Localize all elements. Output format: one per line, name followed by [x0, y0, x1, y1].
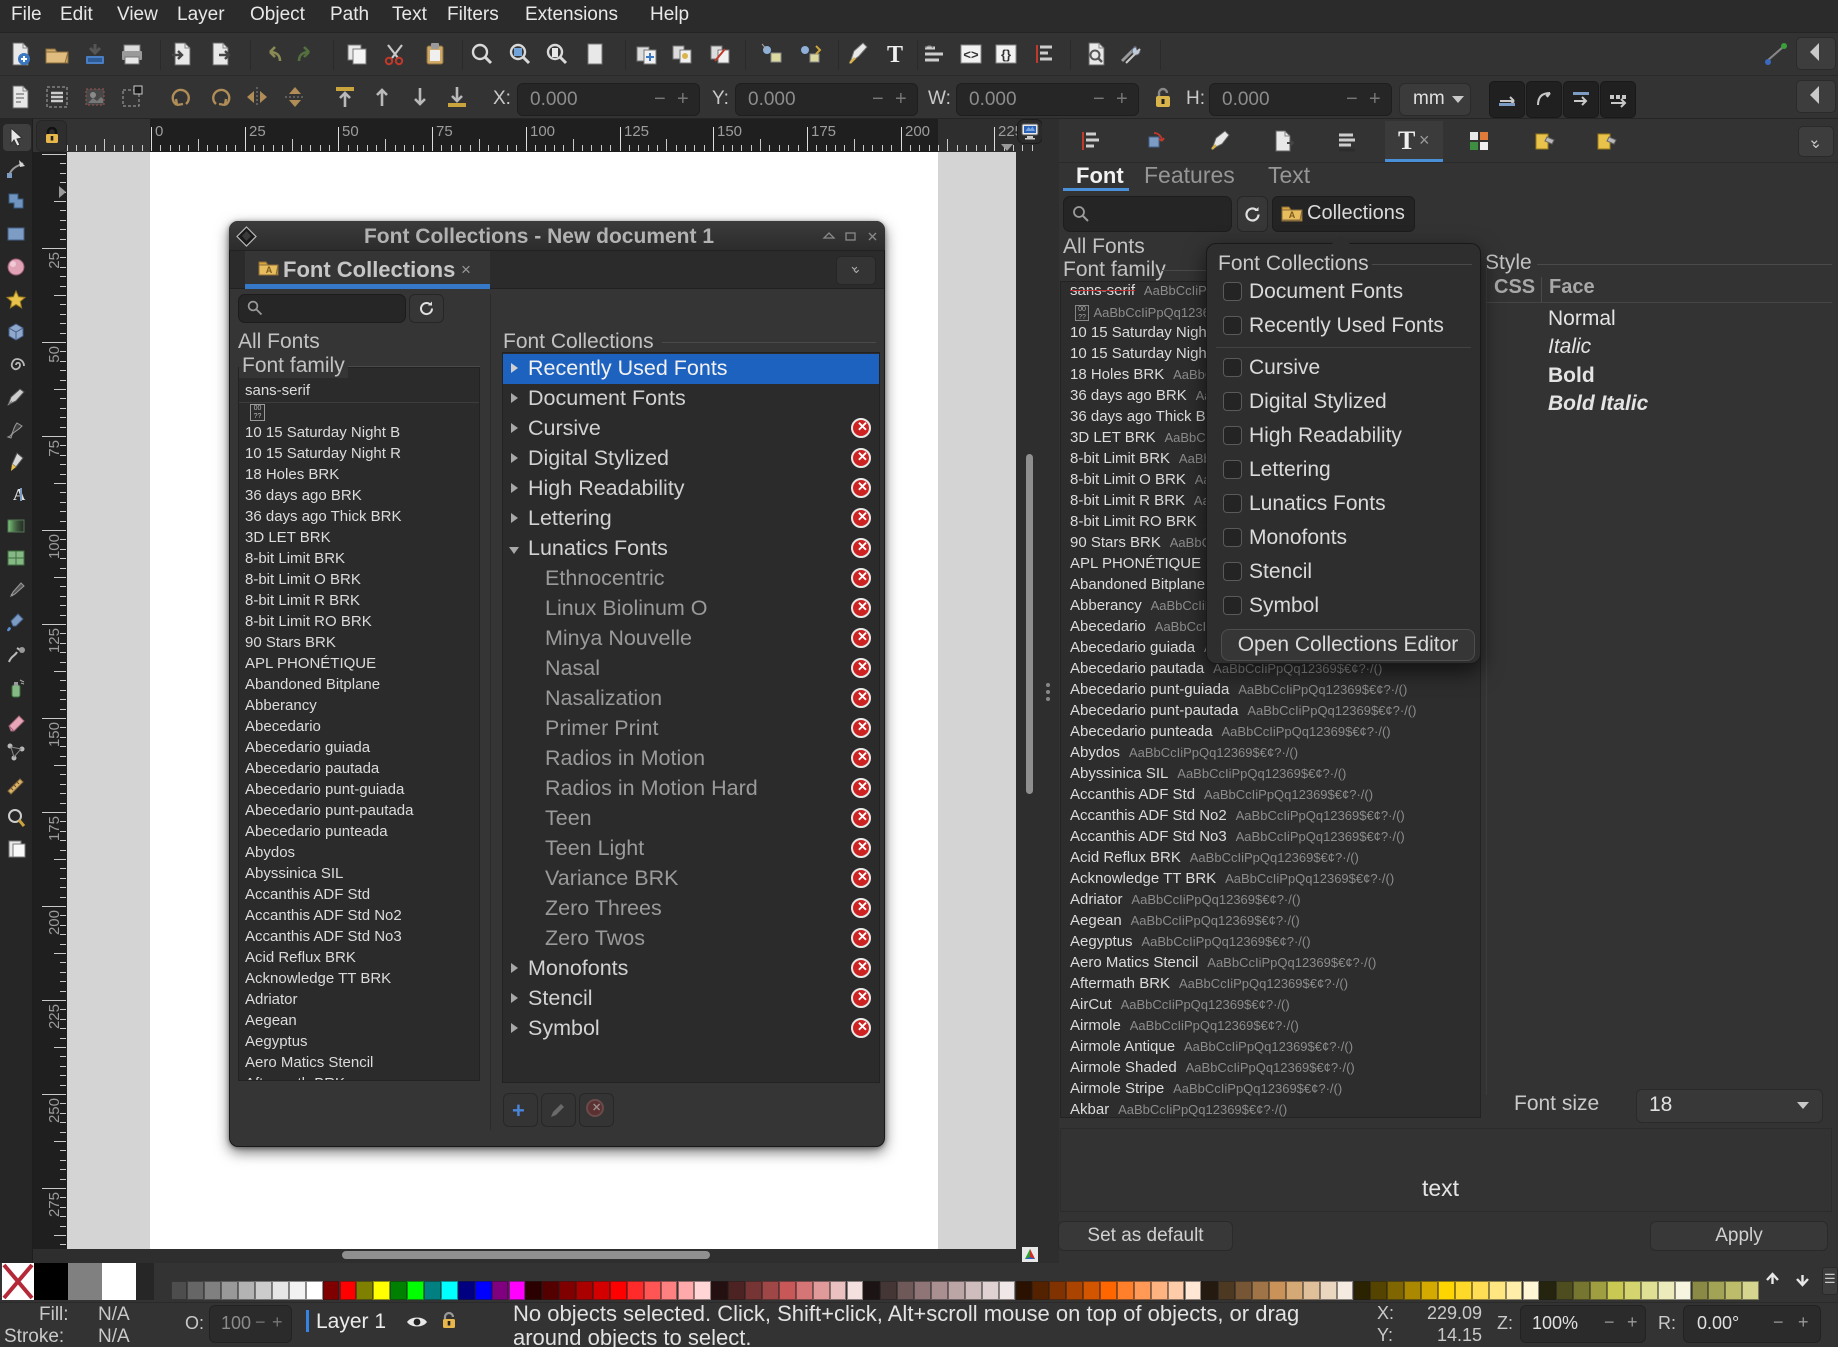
svg-text:T: T [887, 42, 903, 67]
svg-text:{}: {} [1001, 47, 1011, 62]
svg-text:<>: <> [963, 47, 979, 62]
svg-text:A: A [266, 265, 273, 275]
svg-text:A: A [1289, 210, 1296, 220]
svg-text:A: A [13, 485, 26, 504]
